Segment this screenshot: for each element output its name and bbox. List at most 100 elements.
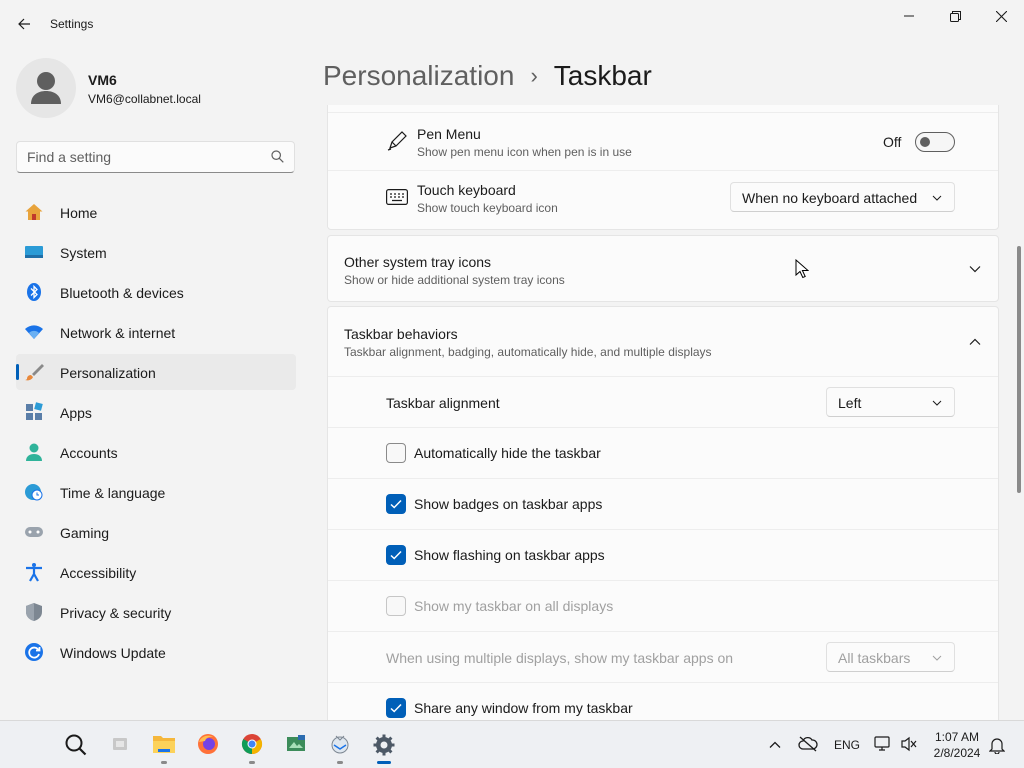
shield-icon	[26, 603, 42, 621]
chevron-up-icon[interactable]	[769, 741, 781, 749]
chevron-down-icon	[932, 400, 942, 406]
breadcrumb-separator: ›	[530, 63, 538, 88]
all-displays-row: Show my taskbar on all displays	[328, 580, 998, 631]
wifi-icon	[25, 325, 43, 339]
taskbar-file-explorer[interactable]	[144, 729, 184, 768]
taskbar-app[interactable]	[276, 729, 316, 768]
pen-icon	[387, 131, 407, 151]
taskbar-search-button[interactable]	[56, 729, 96, 768]
badges-checkbox[interactable]	[386, 494, 406, 514]
sidebar-item-label: Personalization	[60, 365, 156, 381]
taskbar-clock[interactable]: 1:07 AM 2/8/2024	[928, 729, 986, 761]
clock-globe-icon	[25, 484, 43, 501]
volume-muted-icon[interactable]	[900, 736, 918, 752]
taskbar-alignment-dropdown[interactable]: Left	[826, 387, 955, 417]
sidebar-item-accessibility[interactable]: Accessibility	[16, 554, 296, 590]
touch-keyboard-description: Show touch keyboard icon	[417, 201, 558, 215]
taskbar-task-view-button[interactable]	[100, 729, 140, 768]
auto-hide-row: Automatically hide the taskbar	[328, 427, 998, 478]
system-icon	[25, 246, 43, 258]
sidebar-item-apps[interactable]: Apps	[16, 394, 296, 430]
user-profile[interactable]: VM6 VM6@collabnet.local	[16, 58, 306, 118]
close-button[interactable]	[978, 0, 1024, 32]
flashing-row: Show flashing on taskbar apps	[328, 529, 998, 580]
other-tray-description: Show or hide additional system tray icon…	[344, 273, 565, 287]
sidebar-item-accounts[interactable]: Accounts	[16, 434, 296, 470]
sidebar-item-label: Bluetooth & devices	[60, 285, 184, 301]
restore-button[interactable]	[932, 0, 978, 32]
notification-bell-icon[interactable]	[989, 736, 1005, 754]
task-view-icon	[113, 738, 127, 750]
share-window-row: Share any window from my taskbar	[328, 682, 998, 720]
taskbar-alignment-label: Taskbar alignment	[386, 395, 500, 411]
share-window-checkbox[interactable]	[386, 698, 406, 718]
page-title: Taskbar	[553, 60, 652, 91]
sidebar-item-label: Network & internet	[60, 325, 176, 341]
active-indicator	[377, 761, 391, 764]
breadcrumb-parent[interactable]: Personalization	[323, 60, 514, 92]
bluetooth-icon	[27, 283, 41, 301]
title-bar: Settings	[0, 0, 1024, 48]
toggle-knob	[920, 137, 930, 147]
flashing-label: Show flashing on taskbar apps	[414, 547, 605, 563]
home-icon	[25, 204, 43, 220]
settings-search[interactable]	[16, 141, 295, 173]
close-icon	[995, 10, 1007, 22]
running-indicator	[161, 761, 167, 764]
sidebar-item-time-language[interactable]: Time & language	[16, 474, 296, 510]
touch-keyboard-dropdown[interactable]: When no keyboard attached	[730, 182, 955, 212]
sidebar-item-system[interactable]: System	[16, 234, 296, 270]
back-button[interactable]	[10, 10, 38, 38]
taskbar-behaviors-card: Taskbar behaviors Taskbar alignment, bad…	[327, 306, 999, 720]
file-explorer-icon	[153, 736, 175, 753]
pen-menu-row: Pen Menu Show pen menu icon when pen is …	[328, 112, 998, 170]
running-indicator	[337, 761, 343, 764]
network-display-icon[interactable]	[874, 736, 892, 752]
scrollbar-thumb[interactable]	[1017, 246, 1021, 493]
taskbar-mail-app[interactable]	[320, 729, 360, 768]
minimize-button[interactable]	[886, 0, 932, 32]
profile-email: VM6@collabnet.local	[88, 92, 201, 106]
flashing-checkbox[interactable]	[386, 545, 406, 565]
sidebar-item-gaming[interactable]: Gaming	[16, 514, 296, 550]
minimize-icon	[904, 15, 914, 17]
auto-hide-label: Automatically hide the taskbar	[414, 445, 601, 461]
keyboard-icon	[386, 189, 408, 205]
onedrive-offline-icon[interactable]	[798, 736, 818, 752]
sidebar-item-network[interactable]: Network & internet	[16, 314, 296, 350]
mouse-cursor-icon	[795, 259, 809, 279]
person-icon	[26, 443, 42, 461]
taskbar-settings[interactable]	[364, 729, 404, 768]
other-tray-icons-card[interactable]: Other system tray icons Show or hide add…	[327, 235, 999, 302]
taskbar-behaviors-header[interactable]: Taskbar behaviors Taskbar alignment, bad…	[328, 307, 998, 376]
sidebar-item-privacy[interactable]: Privacy & security	[16, 594, 296, 630]
chevron-up-icon[interactable]	[969, 338, 981, 346]
clock-time: 1:07 AM	[934, 730, 980, 744]
avatar	[16, 58, 76, 118]
app-icon	[287, 735, 305, 751]
sidebar-item-home[interactable]: Home	[16, 194, 296, 230]
all-displays-checkbox[interactable]	[386, 596, 406, 616]
multi-display-dropdown[interactable]: All taskbars	[826, 642, 955, 672]
sidebar-item-label: Accessibility	[60, 565, 137, 581]
behaviors-title: Taskbar behaviors	[344, 326, 458, 342]
language-indicator[interactable]: ENG	[834, 738, 860, 752]
pen-menu-description: Show pen menu icon when pen is in use	[417, 145, 632, 159]
auto-hide-checkbox[interactable]	[386, 443, 406, 463]
badges-row: Show badges on taskbar apps	[328, 478, 998, 529]
search-input[interactable]	[27, 142, 267, 172]
pen-menu-toggle[interactable]	[915, 132, 955, 152]
sidebar-item-label: Time & language	[60, 485, 166, 501]
taskbar-firefox[interactable]	[188, 729, 228, 768]
checkmark-icon	[390, 703, 402, 713]
sidebar-item-bluetooth[interactable]: Bluetooth & devices	[16, 274, 296, 310]
sidebar-item-windows-update[interactable]: Windows Update	[16, 634, 296, 670]
touch-keyboard-title: Touch keyboard	[417, 182, 516, 198]
pen-menu-title: Pen Menu	[417, 126, 481, 142]
multi-display-row: When using multiple displays, show my ta…	[328, 631, 998, 682]
sidebar-item-personalization[interactable]: Personalization	[16, 354, 296, 390]
chevron-down-icon[interactable]	[969, 265, 981, 273]
taskbar-chrome[interactable]	[232, 729, 272, 768]
chevron-down-icon	[932, 655, 942, 661]
sidebar-item-label: Apps	[60, 405, 92, 421]
